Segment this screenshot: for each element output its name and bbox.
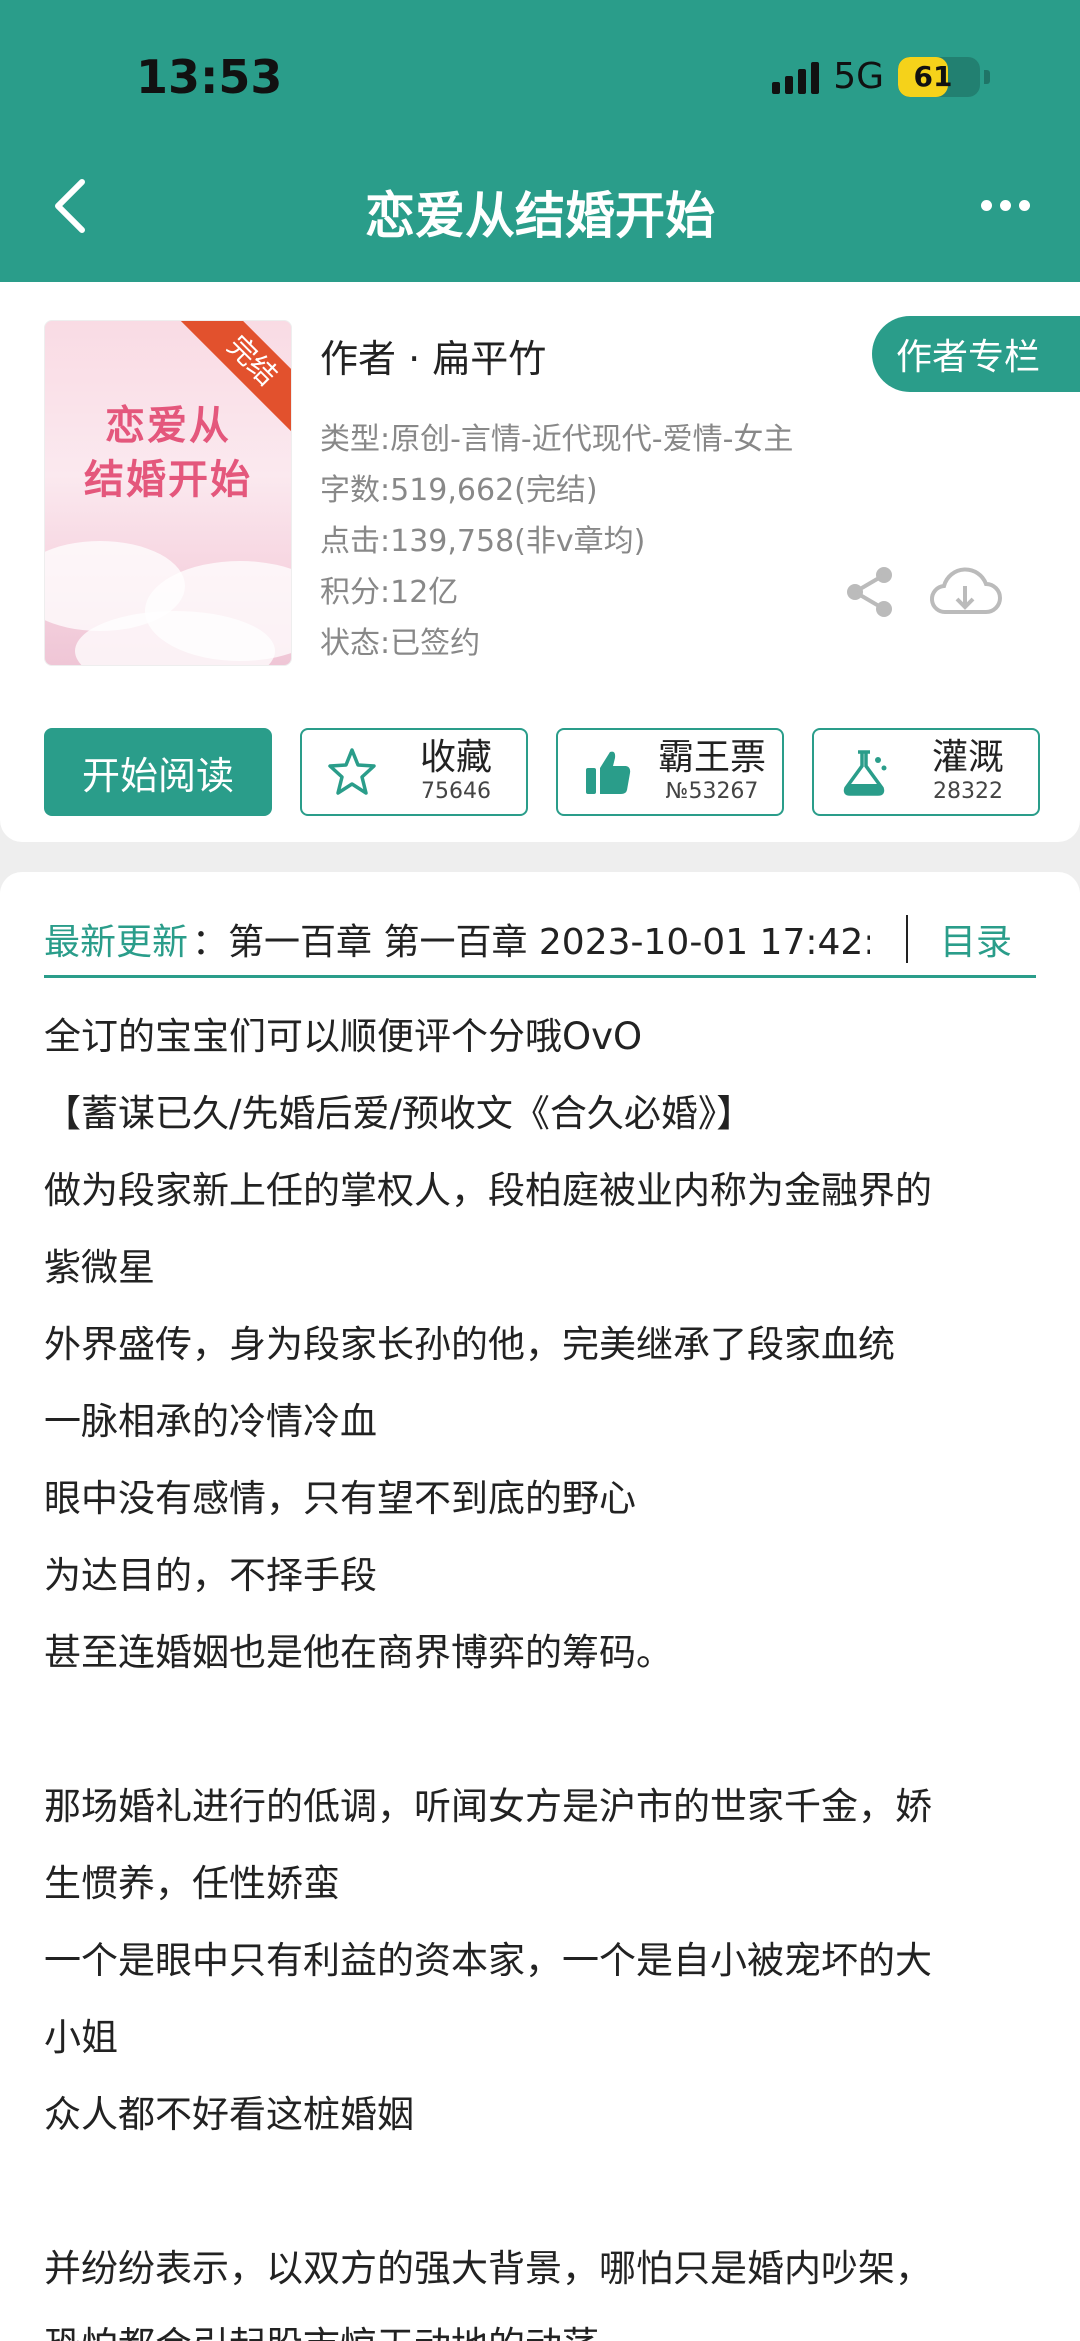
intro-line: 为达目的，不择手段 [44, 1554, 377, 1597]
watering-flask-icon [843, 750, 887, 796]
intro-line: 眼中没有感情，只有望不到底的野心 [44, 1477, 636, 1520]
intro-line: 全订的宝宝们可以顺便评个分哦OvO [44, 1015, 643, 1058]
battery-icon: 61 [898, 56, 980, 97]
signal-icon [772, 60, 820, 94]
app-header: 13:53 5G 61 恋爱从结婚开始 [0, 0, 1080, 282]
status-indicators: 5G 61 [772, 56, 990, 97]
intro-line: 恐怕都会引起股市惊天动地的动荡 [44, 2307, 1040, 2341]
meta-status: 状态:已签约 [320, 626, 481, 661]
cover-title: 恋爱从 结婚开始 [84, 402, 252, 503]
irrigate-label: 灌溉 [931, 737, 1004, 778]
download-icon[interactable] [928, 564, 1002, 620]
battery-tip [984, 69, 990, 84]
action-buttons: 开始阅读 收藏 75646 霸王票 №53267 灌溉 28322 [44, 728, 1040, 816]
intro-line: 做为段家新上任的掌权人，段柏庭被业内称为金融界的 [44, 1169, 932, 1212]
start-reading-button[interactable]: 开始阅读 [44, 728, 272, 816]
meta-clicks: 点击:139,758(非v章均) [320, 524, 646, 559]
meta-points: 积分:12亿 [320, 575, 459, 610]
meta-genre: 类型:原创-言情-近代现代-爱情-女主 [320, 422, 794, 457]
toc-link[interactable]: 目录 [940, 913, 1012, 965]
intro-line: 一个是眼中只有利益的资本家，一个是自小被宠坏的大 [44, 1939, 932, 1982]
intro-line: 【蓄谋已久/先婚后爱/预收文《合久必婚》】 [44, 1092, 754, 1135]
network-type: 5G [833, 56, 884, 97]
intro-line [44, 2153, 1040, 2230]
intro-line: 众人都不好看这桩婚姻 [44, 2093, 414, 2136]
intro-line: 一脉相承的冷情冷血 [44, 1400, 377, 1443]
author-column-button[interactable]: 作者专栏 [872, 316, 1080, 392]
status-time: 13:53 [136, 50, 283, 104]
intro-line: 甚至连婚姻也是他在商界博弈的筹码。 [44, 1631, 673, 1674]
intro-line: 并纷纷表示，以双方的强大背景，哪怕只是婚内吵架， [44, 2247, 932, 2290]
irrigate-count: 28322 [933, 779, 1003, 804]
favorite-label: 收藏 [419, 737, 492, 778]
intro-line: 那场婚礼进行的低调，听闻女方是沪市的世家千金，娇 [44, 1785, 932, 1828]
page-title: 恋爱从结婚开始 [365, 187, 715, 245]
intro-card: 最新更新 ：第一百章 第一百章 2023-10-01 17:42:53 第一百章… [0, 872, 1080, 2341]
thumbs-up-icon [586, 751, 631, 794]
more-dots-icon[interactable] [981, 200, 1030, 211]
divider [906, 914, 909, 963]
latest-update-marquee[interactable]: ：第一百章 第一百章 2023-10-01 17:42:53 第一百章 [192, 913, 870, 965]
intro-line: 紫微星 [44, 1246, 155, 1289]
vote-label: 霸王票 [657, 737, 766, 778]
intro-text: 全订的宝宝们可以顺便评个分哦OvO 【蓄谋已久/先婚后爱/预收文《合久必婚》】做为… [44, 998, 1040, 2341]
favorite-button[interactable]: 收藏 75646 [300, 728, 528, 816]
intro-line: 外界盛传，身为段家长孙的他，完美继承了段家血统 [44, 1323, 895, 1366]
irrigate-button[interactable]: 灌溉 28322 [812, 728, 1040, 816]
favorite-count: 75646 [421, 779, 491, 804]
latest-update-label: 最新更新 [44, 921, 189, 963]
book-meta: 类型:原创-言情-近代现代-爱情-女主 字数:519,662(完结) 点击:13… [320, 414, 793, 669]
vote-count: №53267 [665, 779, 759, 804]
share-icon[interactable] [842, 564, 898, 620]
book-info-card: 恋爱从 结婚开始 完结 作者 · 扁平竹 作者专栏 类型:原创-言情-近代现代-爱… [0, 282, 1080, 842]
book-cover[interactable]: 恋爱从 结婚开始 完结 [44, 320, 292, 666]
battery-level: 61 [913, 60, 953, 93]
intro-line: 小姐 [44, 2016, 118, 2059]
intro-line: 生惯养，任性娇蛮 [44, 1862, 340, 1905]
meta-word-count: 字数:519,662(完结) [320, 473, 598, 508]
author-name[interactable]: 作者 · 扁平竹 [320, 328, 546, 383]
latest-update-bar: 最新更新 ：第一百章 第一百章 2023-10-01 17:42:53 第一百章… [44, 902, 1036, 978]
vote-button[interactable]: 霸王票 №53267 [556, 728, 784, 816]
intro-line [44, 1691, 1040, 1768]
star-icon [328, 748, 376, 795]
